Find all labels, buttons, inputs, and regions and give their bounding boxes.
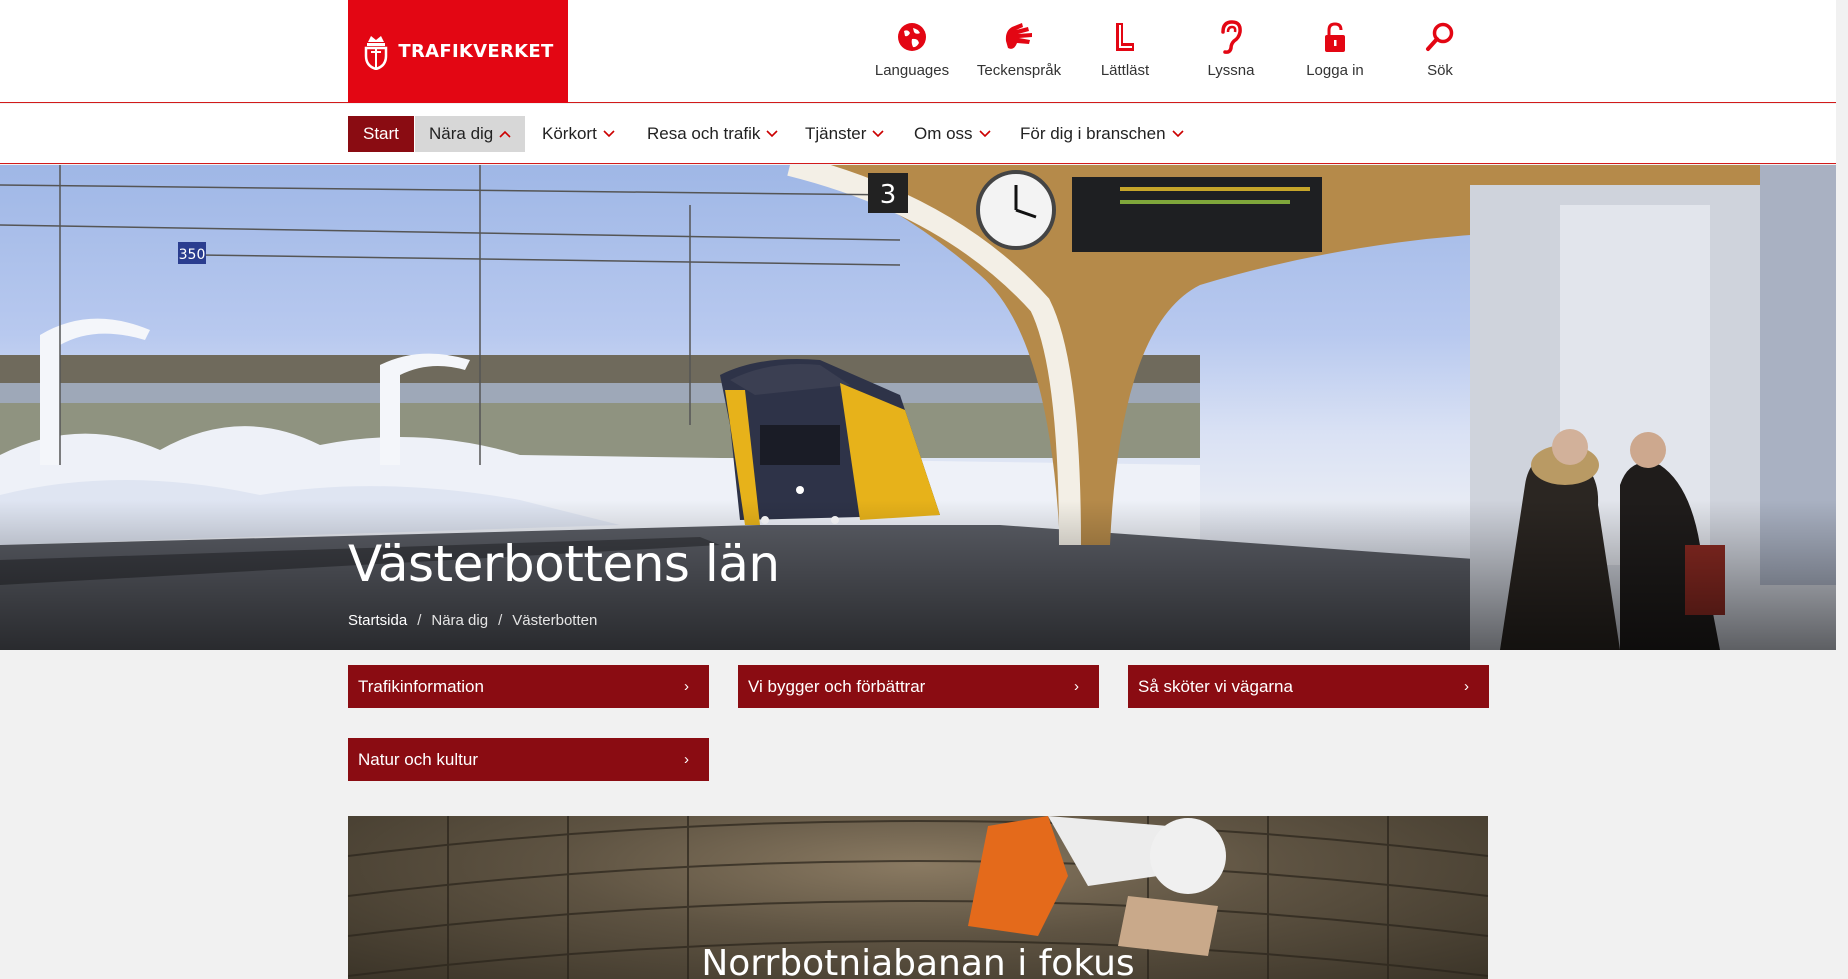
quicklink-natur-och-kultur[interactable]: Natur och kultur › <box>348 738 709 781</box>
nav-korkort[interactable]: Körkort <box>528 116 629 152</box>
nav-label: Nära dig <box>429 124 494 143</box>
listen-label: Lyssna <box>1207 62 1255 79</box>
sign-language-icon <box>1002 20 1036 54</box>
easy-read-icon <box>1112 20 1138 54</box>
breadcrumb: Startsida / Nära dig / Västerbotten <box>348 612 597 629</box>
chevron-up-icon <box>499 130 511 138</box>
breadcrumb-separator: / <box>417 612 422 629</box>
chevron-right-icon: › <box>1464 678 1469 695</box>
logo-text: TRAFIKVERKET <box>398 41 554 62</box>
quicklink-vi-bygger[interactable]: Vi bygger och förbättrar › <box>738 665 1099 708</box>
nav-for-dig-i-branschen[interactable]: För dig i branschen <box>1006 116 1198 152</box>
quicklink-sa-skoter-vi-vagarna[interactable]: Så sköter vi vägarna › <box>1128 665 1489 708</box>
chevron-down-icon <box>872 130 884 138</box>
nav-label: Om oss <box>914 124 973 143</box>
sign-language-label: Teckenspråk <box>976 62 1062 79</box>
chevron-down-icon <box>1171 130 1184 138</box>
easy-read-link[interactable]: Lättläst <box>1070 20 1180 79</box>
chevron-down-icon <box>603 130 615 138</box>
nav-label: För dig i branschen <box>1020 124 1166 143</box>
listen-icon <box>1218 20 1244 54</box>
lock-icon <box>1322 20 1348 54</box>
login-link[interactable]: Logga in <box>1280 20 1390 79</box>
listen-link[interactable]: Lyssna <box>1176 20 1286 79</box>
nav-start-label: Start <box>363 124 399 143</box>
trafikverket-logo[interactable]: TRAFIKVERKET <box>348 0 568 103</box>
quicklink-label: Så sköter vi vägarna <box>1138 676 1293 696</box>
hero-banner: 350 3 Västerbottens län Startsida / Nära… <box>0 165 1836 650</box>
chevron-down-icon <box>978 130 991 138</box>
easy-read-label: Lättläst <box>1100 62 1150 79</box>
nav-label: Resa och trafik <box>647 124 761 143</box>
globe-icon <box>896 20 928 54</box>
search-link[interactable]: Sök <box>1385 20 1495 79</box>
nav-resa-och-trafik[interactable]: Resa och trafik <box>633 116 792 152</box>
crown-logo-icon <box>365 35 388 70</box>
page-title: Västerbottens län <box>348 535 780 593</box>
nav-om-oss[interactable]: Om oss <box>900 116 1005 152</box>
sign-language-link[interactable]: Teckenspråk <box>964 20 1074 79</box>
nav-label: Körkort <box>542 124 597 143</box>
quicklink-label: Natur och kultur <box>358 749 478 769</box>
chevron-right-icon: › <box>1074 678 1079 695</box>
search-icon <box>1424 20 1456 54</box>
chevron-down-icon <box>766 130 778 138</box>
quicklink-trafikinformation[interactable]: Trafikinformation › <box>348 665 709 708</box>
login-label: Logga in <box>1306 62 1364 79</box>
chevron-right-icon: › <box>684 751 689 768</box>
nav-tjanster[interactable]: Tjänster <box>791 116 898 152</box>
feature-teaser[interactable]: Norrbotniabanan i fokus <box>348 816 1488 979</box>
breadcrumb-separator: / <box>498 612 503 629</box>
breadcrumb-link-startsida[interactable]: Startsida <box>348 612 407 629</box>
site-header: TRAFIKVERKET Languages Teckenspråk Lättl… <box>0 0 1836 103</box>
track-sign: 3 <box>880 180 897 210</box>
nav-start[interactable]: Start <box>348 116 414 152</box>
languages-link[interactable]: Languages <box>857 20 967 79</box>
quicklink-label: Trafikinformation <box>358 676 484 696</box>
quicklink-label: Vi bygger och förbättrar <box>748 676 926 696</box>
main-navigation: Start Nära dig Körkort Resa och trafik T… <box>0 104 1836 164</box>
hero-shade <box>0 500 1836 650</box>
nav-nara-dig[interactable]: Nära dig <box>415 116 526 152</box>
feature-title: Norrbotniabanan i fokus <box>701 943 1135 979</box>
chevron-right-icon: › <box>684 678 689 695</box>
breadcrumb-link-nara-dig[interactable]: Nära dig <box>431 612 488 629</box>
nav-label: Tjänster <box>805 124 867 143</box>
search-label: Sök <box>1427 62 1453 79</box>
breadcrumb-current: Västerbotten <box>512 612 598 629</box>
languages-label: Languages <box>874 62 950 79</box>
platform-sign-350: 350 <box>179 247 206 263</box>
